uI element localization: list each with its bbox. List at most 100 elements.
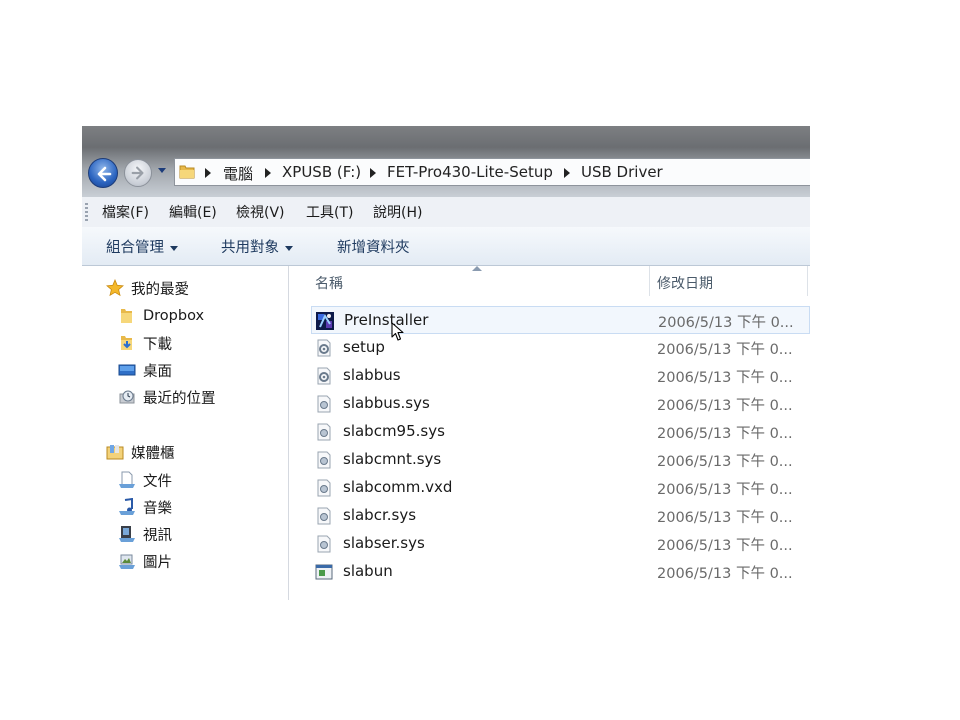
file-name: slabun — [343, 562, 393, 580]
column-divider[interactable] — [649, 266, 650, 296]
chevron-down-icon — [170, 245, 178, 251]
nav-item-dropbox[interactable]: Dropbox — [118, 305, 204, 327]
system-file-icon — [317, 395, 331, 413]
sort-ascending-icon — [472, 266, 482, 271]
file-row-slabun[interactable]: slabun 2006/5/13 下午 0... — [311, 558, 810, 586]
organize-label: 組合管理 — [106, 240, 164, 256]
mouse-pointer-icon — [391, 322, 404, 341]
breadcrumb-usb-driver[interactable]: USB Driver — [581, 163, 663, 181]
share-label: 共用對象 — [221, 240, 279, 256]
nav-item-desktop[interactable]: 桌面 — [118, 359, 172, 381]
file-date: 2006/5/13 下午 0... — [657, 370, 793, 386]
file-row-slabcomm-vxd[interactable]: slabcomm.vxd 2006/5/13 下午 0... — [311, 474, 810, 502]
nav-item-label: 圖片 — [143, 554, 172, 571]
nav-libraries[interactable]: 媒體櫃 — [106, 441, 175, 463]
chevron-down-icon — [158, 168, 166, 173]
file-row-slabser-sys[interactable]: slabser.sys 2006/5/13 下午 0... — [311, 530, 810, 558]
nav-item-label: 音樂 — [143, 500, 172, 517]
nav-favorites-label: 我的最愛 — [131, 281, 189, 298]
videos-icon — [119, 526, 135, 542]
file-date: 2006/5/13 下午 0... — [657, 538, 793, 554]
column-header-name[interactable]: 名稱 — [315, 273, 343, 293]
address-bar[interactable]: 電腦 XPUSB (F:) FET-Pro430-Lite-Setup USB … — [174, 158, 810, 186]
system-file-icon — [317, 507, 331, 525]
system-file-icon — [317, 423, 331, 441]
file-name: slabcm95.sys — [343, 422, 445, 440]
file-name: slabbus — [343, 366, 401, 384]
file-date: 2006/5/13 下午 0... — [657, 426, 793, 442]
command-bar: 組合管理 共用對象 新增資料夾 — [82, 227, 810, 266]
organize-button[interactable]: 組合管理 — [106, 236, 178, 257]
file-row-setup[interactable]: setup 2006/5/13 下午 0... — [311, 334, 810, 362]
system-file-icon — [317, 479, 331, 497]
file-date: 2006/5/13 下午 0... — [657, 510, 793, 526]
nav-item-label: Dropbox — [143, 308, 205, 324]
file-name: slabser.sys — [343, 534, 425, 552]
music-icon — [119, 498, 135, 515]
menu-edit[interactable]: 編輯(E) — [169, 202, 217, 222]
explorer-window: 電腦 XPUSB (F:) FET-Pro430-Lite-Setup USB … — [82, 126, 810, 600]
file-name: slabcmnt.sys — [343, 450, 442, 468]
config-file-icon — [317, 339, 331, 357]
config-file-icon — [317, 367, 331, 385]
breadcrumb-drive[interactable]: XPUSB (F:) — [282, 163, 361, 181]
breadcrumb-separator[interactable] — [564, 168, 570, 178]
nav-item-label: 視訊 — [143, 527, 172, 544]
menu-file[interactable]: 檔案(F) — [102, 202, 149, 222]
menu-grip — [85, 203, 88, 221]
nav-favorites[interactable]: 我的最愛 — [106, 277, 189, 299]
nav-item-label: 文件 — [143, 473, 172, 490]
file-row-slabbus[interactable]: slabbus 2006/5/13 下午 0... — [311, 362, 810, 390]
folder-icon — [121, 309, 132, 323]
share-button[interactable]: 共用對象 — [221, 236, 293, 257]
file-date: 2006/5/13 下午 0... — [657, 566, 793, 582]
back-button[interactable] — [88, 158, 118, 188]
file-date: 2006/5/13 下午 0... — [657, 398, 793, 414]
nav-item-pictures[interactable]: 圖片 — [118, 550, 172, 572]
file-date: 2006/5/13 下午 0... — [657, 342, 793, 358]
history-dropdown-button[interactable] — [157, 167, 167, 177]
file-list: 名稱 修改日期 PreInstaller 2006/5/13 下午 0... s… — [289, 266, 810, 600]
nav-item-downloads[interactable]: 下載 — [118, 332, 172, 354]
forward-button[interactable] — [124, 159, 152, 187]
nav-item-documents[interactable]: 文件 — [118, 469, 172, 491]
file-name: slabbus.sys — [343, 394, 430, 412]
recent-places-icon — [119, 390, 135, 404]
breadcrumb-separator[interactable] — [205, 168, 211, 178]
nav-item-label: 桌面 — [143, 363, 172, 380]
menu-tools[interactable]: 工具(T) — [306, 202, 353, 222]
file-date: 2006/5/13 下午 0... — [658, 315, 794, 331]
breadcrumb-computer[interactable]: 電腦 — [223, 163, 253, 184]
file-row-preinstaller[interactable]: PreInstaller 2006/5/13 下午 0... — [311, 306, 810, 334]
file-row-slabcmnt-sys[interactable]: slabcmnt.sys 2006/5/13 下午 0... — [311, 446, 810, 474]
breadcrumb-separator[interactable] — [265, 168, 271, 178]
nav-item-recent-places[interactable]: 最近的位置 — [118, 386, 216, 408]
new-folder-button[interactable]: 新增資料夾 — [337, 236, 410, 257]
libraries-icon — [106, 445, 124, 460]
nav-item-music[interactable]: 音樂 — [118, 496, 172, 518]
breadcrumb-separator[interactable] — [370, 168, 376, 178]
file-name: PreInstaller — [344, 311, 429, 329]
installer-icon — [316, 312, 334, 330]
file-row-slabbus-sys[interactable]: slabbus.sys 2006/5/13 下午 0... — [311, 390, 810, 418]
column-header-date[interactable]: 修改日期 — [657, 273, 713, 293]
navigation-pane: 我的最愛 Dropbox 下載 桌面 最近的位置 媒體櫃 文件 音樂 視訊 圖片 — [82, 266, 289, 600]
application-icon — [315, 564, 333, 580]
menu-help[interactable]: 說明(H) — [373, 202, 422, 222]
file-row-slabcr-sys[interactable]: slabcr.sys 2006/5/13 下午 0... — [311, 502, 810, 530]
file-name: slabcr.sys — [343, 506, 417, 524]
breadcrumb-setup-folder[interactable]: FET-Pro430-Lite-Setup — [387, 163, 553, 181]
folder-icon — [179, 165, 195, 179]
star-icon — [106, 279, 124, 297]
nav-item-videos[interactable]: 視訊 — [118, 523, 172, 545]
arrow-left-icon — [97, 166, 112, 182]
file-row-slabcm95-sys[interactable]: slabcm95.sys 2006/5/13 下午 0... — [311, 418, 810, 446]
file-date: 2006/5/13 下午 0... — [657, 454, 793, 470]
system-file-icon — [317, 535, 331, 553]
desktop-icon — [118, 364, 136, 376]
column-header-row: 名稱 修改日期 — [289, 266, 810, 296]
nav-libraries-label: 媒體櫃 — [131, 445, 175, 462]
system-file-icon — [317, 451, 331, 469]
menu-view[interactable]: 檢視(V) — [236, 202, 285, 222]
column-divider[interactable] — [807, 266, 808, 296]
